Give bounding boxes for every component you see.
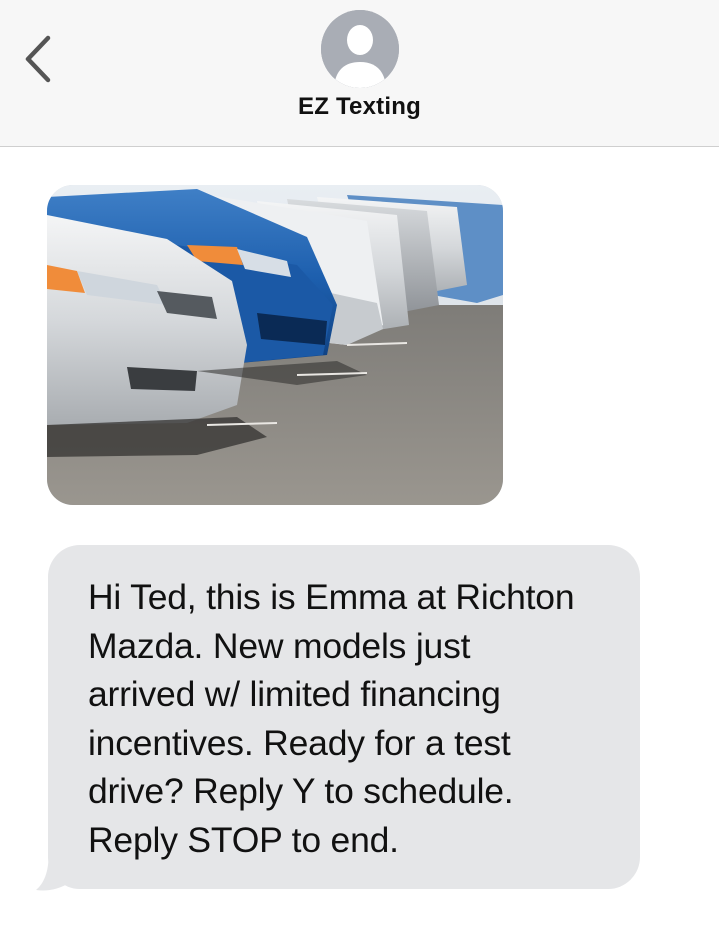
text-message-bubble[interactable]: Hi Ted, this is Emma at Richton Mazda. N… — [48, 545, 640, 889]
bubble-tail — [36, 848, 76, 891]
chevron-left-icon — [25, 35, 51, 83]
conversation-header: EZ Texting — [0, 0, 719, 147]
message-line: arrived w/ limited financing — [88, 674, 501, 714]
contact-avatar[interactable] — [321, 10, 399, 88]
message-thread: Hi Ted, this is Emma at Richton Mazda. N… — [0, 148, 719, 925]
message-line: Mazda. New models just — [88, 625, 471, 666]
message-line: incentives. Ready for a test — [88, 722, 511, 763]
message-line: drive? Reply Y to schedule. — [88, 771, 514, 811]
back-button[interactable] — [18, 34, 60, 84]
messages-screen: EZ Texting Hi Ted, this is Emma at Richt… — [0, 0, 719, 925]
contact-name[interactable]: EZ Texting — [0, 93, 719, 121]
message-text: Hi Ted, this is Emma at Richton Mazda. N… — [88, 573, 614, 864]
image-message[interactable] — [47, 185, 503, 505]
person-silhouette-icon — [321, 10, 399, 88]
cars-in-lot-photo — [47, 185, 503, 505]
message-line: Hi Ted, this is Emma at Richton — [88, 577, 575, 617]
message-line: Reply STOP to end. — [88, 819, 399, 860]
